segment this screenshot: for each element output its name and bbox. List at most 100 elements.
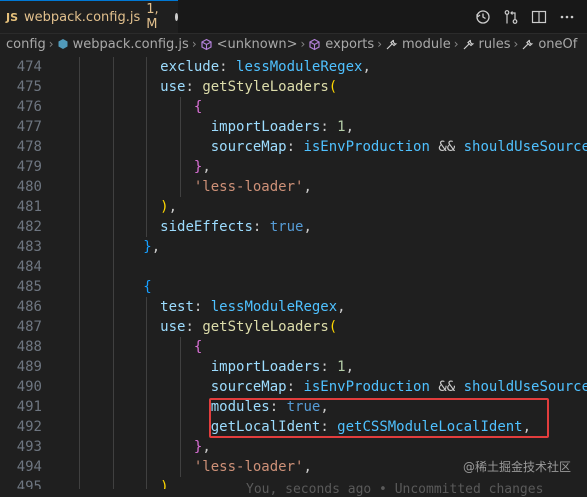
code-line[interactable]: 484 [0,257,587,277]
indent-guide [112,417,114,437]
code-text: ), [160,197,177,217]
js-file-icon [57,38,69,50]
code-token: , [345,359,355,375]
code-token: 'less-loader' [193,179,304,195]
code-line[interactable]: 478 sourceMap: isEnvProduction && shouldU… [0,137,587,157]
code-text: use: getStyleLoaders( [160,77,337,97]
breadcrumb-item-config[interactable]: config [6,37,46,52]
breadcrumb-item-file[interactable]: webpack.config.js [57,37,189,52]
breadcrumb-label: config [6,36,46,52]
breadcrumb-label: oneOf [538,36,578,52]
breadcrumb-label: exports [325,36,375,52]
editor-tab-webpack-config[interactable]: JS webpack.config.js 1, M [0,0,178,33]
chevron-right-icon: › [513,37,519,51]
indent-guide [78,337,80,357]
breadcrumb-item-module[interactable]: module [385,37,451,52]
code-token: , [345,119,355,135]
code-line[interactable]: 493}, [0,437,587,457]
code-token: shouldUseSourceMap [463,139,587,155]
code-line[interactable]: 479}, [0,157,587,177]
indent-guide [112,277,114,297]
code-line[interactable]: 488 { [0,337,587,357]
code-token: : [320,119,338,135]
indent-guide [180,97,182,117]
code-line[interactable]: 483}, [0,237,587,257]
indent-guide [78,357,80,377]
indent-guide [146,357,148,377]
code-token: , [303,219,312,235]
code-token: getStyleLoaders [202,79,329,95]
indent-guide [112,257,114,277]
tab-status: 1, M [146,2,159,32]
indent-guide [146,377,148,397]
code-line[interactable]: 482 sideEffects: true, [0,217,587,237]
code-token: && [429,379,464,395]
indent-guide [112,377,114,397]
code-text: 'less-loader', [194,177,312,197]
line-number: 476 [16,99,42,115]
indent-guide [146,97,148,117]
indent-guide [146,297,148,317]
indent-guide [146,137,148,157]
timeline-icon[interactable] [475,9,491,25]
tab-bar: JS webpack.config.js 1, M [0,0,587,34]
code-token: getStyleLoaders [202,319,329,335]
code-token: test [160,299,194,315]
unsaved-dot-icon[interactable] [174,13,178,21]
code-line[interactable]: 485 { [0,277,587,297]
compare-changes-icon[interactable] [503,9,519,25]
code-token: : [286,139,304,155]
code-token: exclude [160,59,220,75]
code-token: 'less-loader' [193,459,304,475]
split-editor-icon[interactable] [531,9,547,25]
code-token: : [193,299,211,315]
code-line[interactable]: 486 test: lessModuleRegex, [0,297,587,317]
breadcrumb: config › webpack.config.js › <unknown> ›… [0,33,587,55]
editor-actions [475,0,587,33]
code-line[interactable]: 490 sourceMap: isEnvProduction && shouldU… [0,377,587,397]
indent-guide [112,237,114,257]
wrench-icon [462,38,475,51]
code-line[interactable]: 489 importLoaders: 1, [0,357,587,377]
line-number: 481 [16,199,42,215]
indent-guide [146,457,148,477]
code-line[interactable]: 487 use: getStyleLoaders( [0,317,587,337]
indent-guide [146,337,148,357]
indent-guide [112,57,114,77]
indent-guide [180,177,182,197]
code-token: ) [160,479,169,489]
breadcrumb-item-unknown[interactable]: <unknown> [200,37,297,52]
breadcrumb-item-exports[interactable]: exports [308,37,374,52]
breadcrumb-item-rules[interactable]: rules [462,37,511,52]
line-number: 474 [16,59,42,75]
code-token: ( [328,79,338,95]
code-text: test: lessModuleRegex, [160,297,345,317]
code-text: importLoaders: 1, [211,357,354,377]
line-number: 479 [16,159,42,175]
code-token: } [143,239,152,255]
code-token: , [151,239,161,255]
code-line[interactable]: 477 importLoaders: 1, [0,117,587,137]
code-token: : [185,79,203,95]
code-text: sideEffects: true, [160,217,312,237]
code-token: isEnvProduction [303,379,430,395]
code-line[interactable]: 475 use: getStyleLoaders( [0,77,587,97]
chevron-right-icon: › [300,37,306,51]
indent-guide [78,237,80,257]
code-line[interactable]: 480 'less-loader', [0,177,587,197]
code-token: : [185,319,203,335]
indent-guide [112,157,114,177]
indent-guide [78,57,80,77]
indent-guide [146,317,148,337]
code-line[interactable]: 481), [0,197,587,217]
code-text: 'less-loader', [194,457,312,477]
indent-guide [180,117,182,137]
code-text: { [194,337,202,357]
code-token: && [429,139,464,155]
indent-guide [112,77,114,97]
code-line[interactable]: 476 { [0,97,587,117]
breadcrumb-item-oneof[interactable]: oneOf [521,37,577,52]
indent-guide [146,397,148,417]
code-line[interactable]: 474 exclude: lessModuleRegex, [0,57,587,77]
more-actions-icon[interactable] [559,9,575,25]
